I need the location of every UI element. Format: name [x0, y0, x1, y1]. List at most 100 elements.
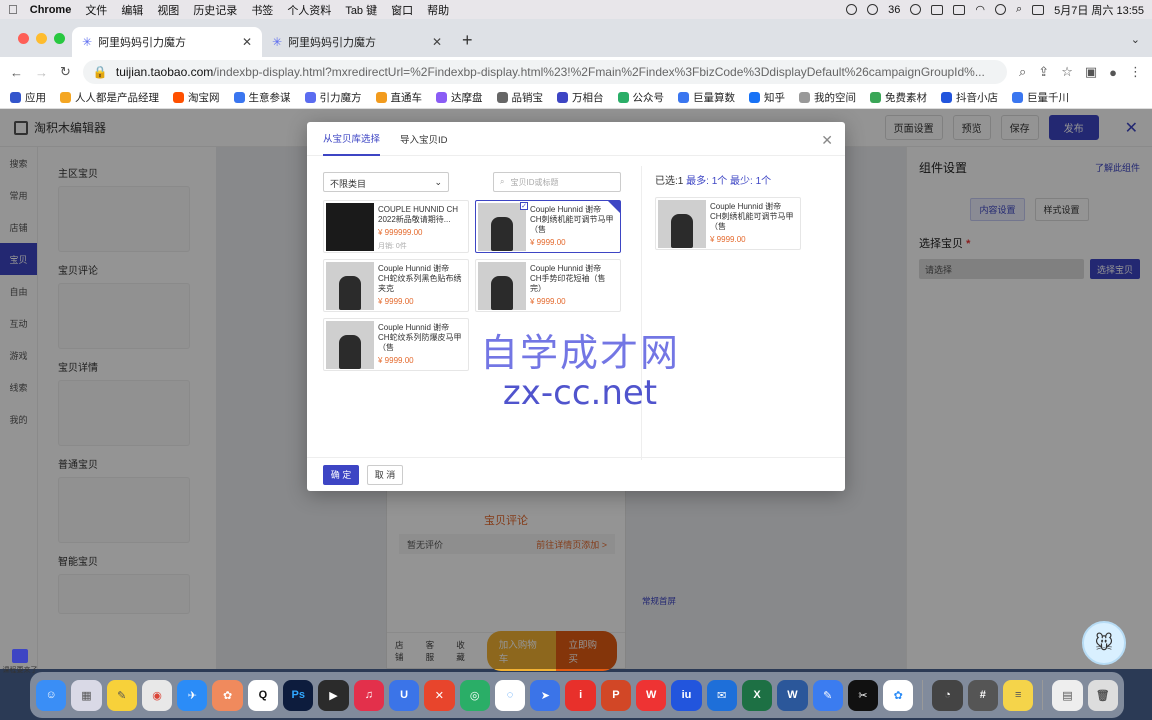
mascot-avatar[interactable]: 🐭 [1082, 621, 1126, 665]
chrome-icon[interactable]: ◉ [141, 679, 173, 711]
chat-icon[interactable]: ◌ [494, 679, 526, 711]
capcut-icon[interactable]: ✂ [847, 679, 879, 711]
menu-help[interactable]: 帮助 [427, 2, 449, 18]
bookmark-item[interactable]: 达摩盘 [436, 90, 483, 105]
toolbox-icon[interactable]: U [388, 679, 420, 711]
back-icon[interactable]: ← [10, 65, 23, 80]
bookmark-item[interactable]: 巨量算数 [678, 90, 735, 105]
finder-icon[interactable]: ☺ [36, 679, 67, 711]
music-icon[interactable]: ♫ [353, 679, 384, 711]
close-icon[interactable]: ✕ [821, 132, 833, 149]
new-tab-button[interactable]: + [452, 30, 483, 57]
safari-icon[interactable]: ✈ [177, 679, 208, 711]
powerpoint-icon[interactable]: P [600, 679, 632, 711]
bookmark-item[interactable]: 巨量千川 [1012, 90, 1069, 105]
apple-icon[interactable]:  [8, 2, 18, 17]
qq-icon[interactable]: Q [247, 679, 279, 711]
wps-icon[interactable]: W [636, 679, 667, 711]
sidebar-icon[interactable]: ▣ [1085, 64, 1097, 80]
bookmark-item[interactable]: 抖音小店 [941, 90, 998, 105]
preview-icon[interactable]: ▤ [1052, 679, 1083, 711]
tab-library[interactable]: 从宝贝库选择 [323, 122, 381, 156]
launchpad-icon[interactable]: ▦ [71, 679, 102, 711]
bookmark-item[interactable]: 直通车 [375, 90, 422, 105]
calculator-icon[interactable]: # [967, 679, 998, 711]
record-icon[interactable] [846, 4, 858, 15]
search-icon[interactable]: ⌕ [1016, 3, 1022, 16]
notes-icon[interactable]: ≡ [1003, 679, 1034, 711]
notes-icon[interactable]: ✎ [106, 679, 137, 711]
play-icon[interactable] [910, 4, 922, 15]
bookmark-item[interactable]: 品销宝 [496, 90, 543, 105]
menu-profile[interactable]: 个人资料 [287, 2, 331, 18]
bookmark-item[interactable]: 引力魔方 [304, 90, 362, 105]
menu-bookmarks[interactable]: 书签 [251, 2, 273, 18]
bookmark-apps[interactable]: 应用 [10, 90, 46, 105]
word-icon[interactable]: W [777, 679, 808, 711]
control-center-icon[interactable] [1032, 4, 1045, 15]
star-icon[interactable]: ☆ [1061, 64, 1073, 80]
menu-tab[interactable]: Tab 键 [345, 2, 377, 18]
bookmark-item[interactable]: 万相台 [557, 90, 604, 105]
forward-icon[interactable]: → [35, 65, 48, 80]
close-tab-icon[interactable]: ✕ [242, 35, 252, 49]
lock-icon[interactable]: 🔒 [93, 65, 108, 79]
bookmark-item[interactable]: 免费素材 [870, 90, 927, 105]
profile-icon[interactable]: ● [1109, 65, 1117, 80]
zoom-icon[interactable]: ⌕ [1019, 64, 1026, 80]
bookmark-item[interactable]: 公众号 [617, 90, 664, 105]
more-icon[interactable]: ⋮ [1129, 64, 1142, 80]
tab-import-id[interactable]: 导入宝贝ID [400, 122, 448, 156]
product-card[interactable]: ✓ Couple Hunnid 谢帝 CH刺绣机能可调节马甲（售 ¥ 9999.… [475, 200, 621, 253]
bookmark-item[interactable]: 我的空间 [799, 90, 856, 105]
product-card[interactable]: Couple Hunnid 谢帝 CH蛇纹系列黑色贴布绣夹克 ¥ 9999.00 [323, 259, 469, 312]
mail-icon[interactable]: ✉ [706, 679, 737, 711]
search-input[interactable]: ⌕ 宝贝ID或标题 [493, 172, 621, 192]
input-method-icon[interactable] [931, 4, 944, 15]
reload-icon[interactable]: ↻ [60, 64, 71, 80]
baidu-icon[interactable]: ✿ [883, 679, 914, 711]
product-card[interactable]: Couple Hunnid 谢帝 CH蛇纹系列防爆皮马甲（售 ¥ 9999.00 [323, 318, 469, 371]
app-icon[interactable]: i [565, 679, 596, 711]
cancel-button[interactable]: 取 消 [367, 464, 403, 485]
battery-icon[interactable] [953, 4, 966, 15]
menu-app-name[interactable]: Chrome [30, 4, 72, 16]
monitor-icon[interactable]: ◔ [932, 679, 963, 711]
confirm-button[interactable]: 确 定 [323, 464, 359, 485]
user-icon[interactable] [994, 4, 1006, 15]
cloud-icon[interactable] [867, 4, 879, 15]
app-icon[interactable]: ✕ [424, 679, 455, 711]
menu-window[interactable]: 窗口 [391, 2, 413, 18]
menu-history[interactable]: 历史记录 [193, 2, 237, 18]
photoshop-icon[interactable]: Ps [283, 679, 314, 711]
close-window-button[interactable] [18, 33, 29, 44]
chevron-down-icon[interactable]: ⌄ [1131, 33, 1140, 46]
share-icon[interactable]: ⇪ [1038, 64, 1049, 80]
menu-edit[interactable]: 编辑 [121, 2, 143, 18]
menu-view[interactable]: 视图 [157, 2, 179, 18]
zoom-window-button[interactable] [54, 33, 65, 44]
minimize-window-button[interactable] [36, 33, 47, 44]
wechat-icon[interactable]: ◎ [459, 679, 490, 711]
product-card[interactable]: Couple Hunnid 谢帝 CH手势印花短袖（售完） ¥ 9999.00 [475, 259, 621, 312]
menu-file[interactable]: 文件 [85, 2, 107, 18]
app-icon[interactable]: iu [671, 679, 702, 711]
product-card[interactable]: COUPLE HUNNID CH 2022新品敬请期待... ¥ 999999.… [323, 200, 469, 253]
clock[interactable]: 5月7日 周六 13:55 [1054, 2, 1144, 18]
course-promo[interactable]: 课程要来了 [2, 649, 38, 675]
pen-icon[interactable]: ✎ [812, 679, 843, 711]
trash-icon[interactable]: 🗑 [1087, 679, 1118, 711]
bookmark-item[interactable]: 淘宝网 [173, 90, 220, 105]
url-bar[interactable]: 🔒 tuijian.taobao.com /indexbp-display.ht… [82, 60, 1007, 84]
feishu-icon[interactable]: ➤ [530, 679, 561, 711]
photos-icon[interactable]: ✿ [212, 679, 243, 711]
bookmark-item[interactable]: 生意参谋 [233, 90, 291, 105]
bookmark-item[interactable]: 人人都是产品经理 [60, 90, 159, 105]
bookmark-item[interactable]: 知乎 [749, 90, 785, 105]
checkbox-checked-icon[interactable]: ✓ [520, 202, 528, 210]
notification-badge[interactable]: 36 [888, 4, 900, 16]
selected-product-card[interactable]: Couple Hunnid 谢帝 CH刺绣机能可调节马甲（售 ¥ 9999.00 [655, 197, 801, 250]
final-cut-icon[interactable]: ▶ [318, 679, 349, 711]
browser-tab-2[interactable]: ✳ 阿里妈妈引力魔方 ✕ [262, 27, 452, 57]
category-select[interactable]: 不限类目 ⌄ [323, 172, 449, 192]
